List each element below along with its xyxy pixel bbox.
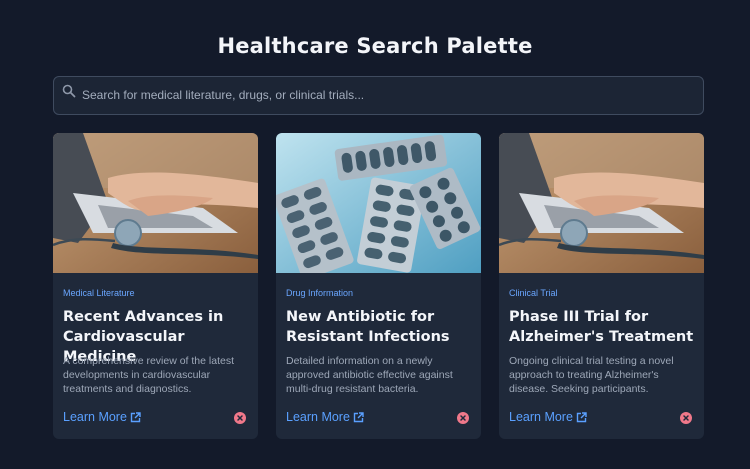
search-input[interactable] (82, 77, 692, 113)
learn-more-link[interactable]: Learn More (63, 410, 141, 424)
category-label: Medical Literature (63, 288, 135, 298)
external-link-icon (576, 411, 587, 423)
card-description: Detailed information on a newly approved… (286, 355, 453, 395)
search-bar[interactable] (53, 76, 704, 115)
learn-more-label: Learn More (63, 410, 127, 424)
page-title: Healthcare Search Palette (217, 34, 533, 58)
external-link-icon (130, 411, 141, 423)
search-icon (62, 84, 76, 98)
remove-icon[interactable] (457, 412, 469, 424)
remove-icon[interactable] (680, 412, 692, 424)
category-label: Clinical Trial (509, 288, 558, 298)
laptop-stethoscope-image (53, 133, 258, 273)
category-label: Drug Information (286, 288, 354, 298)
external-link-icon (353, 411, 364, 423)
remove-icon[interactable] (234, 412, 246, 424)
result-card-trial: Clinical Trial Phase III Trial for Alzhe… (499, 133, 704, 439)
pill-blister-packs-image (276, 133, 481, 273)
card-description: Ongoing clinical trial testing a novel a… (509, 355, 674, 395)
learn-more-label: Learn More (286, 410, 350, 424)
result-card-drug: Drug Information New Antibiotic for Resi… (276, 133, 481, 439)
learn-more-label: Learn More (509, 410, 573, 424)
card-title: Phase III Trial for Alzheimer's Treatmen… (509, 309, 694, 345)
result-card-literature: Medical Literature Recent Advances in Ca… (53, 133, 258, 439)
learn-more-link[interactable]: Learn More (286, 410, 364, 424)
learn-more-link[interactable]: Learn More (509, 410, 587, 424)
card-title: New Antibiotic for Resistant Infections (286, 309, 450, 345)
laptop-stethoscope-image (499, 133, 704, 273)
card-description: A comprehensive review of the latest dev… (63, 355, 235, 395)
